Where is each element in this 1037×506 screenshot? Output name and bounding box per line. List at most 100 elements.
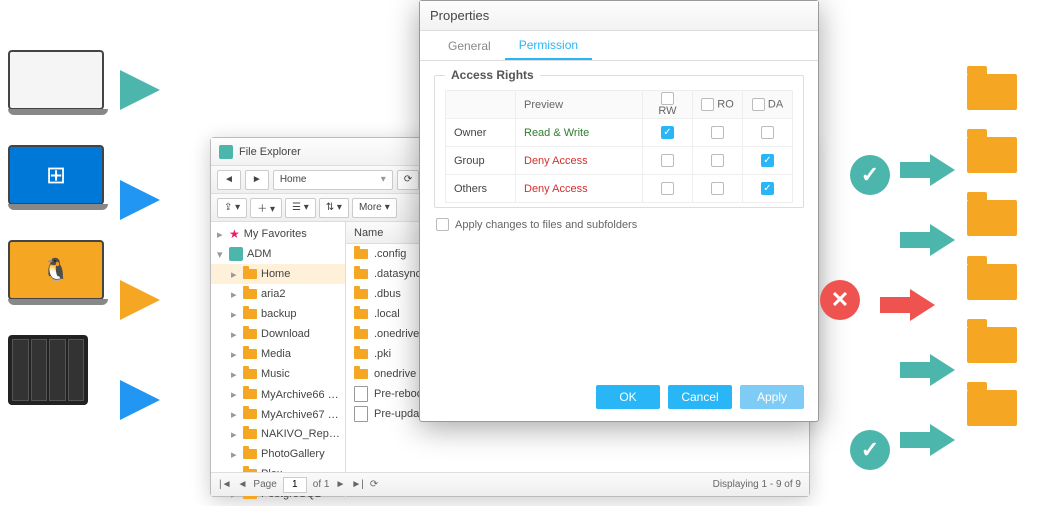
first-page-button[interactable]: |◄ [219,479,232,490]
sidebar-item[interactable]: ▸Home [211,264,345,284]
dest-folder [967,327,1017,363]
adm-icon [229,247,243,261]
refresh-page-button[interactable]: ⟳ [370,479,378,490]
folder-icon [243,369,257,379]
file-name: .pki [374,348,391,360]
nav-fwd-button[interactable]: ► [245,170,269,190]
permission-row: OthersDeny Access✓ [446,175,793,203]
sidebar-item-label: Home [261,268,290,280]
permission-row: OwnerRead & Write✓ [446,119,793,147]
file-name: .config [374,248,406,260]
apply-subfolders-row[interactable]: Apply changes to files and subfolders [436,218,802,231]
view-button[interactable]: ☰ ▾ [285,198,316,218]
next-page-button[interactable]: ► [335,479,345,490]
windows-icon: ⊞ [46,161,66,190]
file-icon [354,386,368,402]
tab-permission[interactable]: Permission [505,31,592,60]
refresh-button[interactable]: ⟳ [397,170,419,190]
folder-icon [354,269,368,279]
permission-row: GroupDeny Access✓ [446,147,793,175]
sidebar-item-label: MyArchive67 (影片) [261,406,341,422]
folder-icon [354,329,368,339]
col-preview: Preview [516,91,643,119]
folder-icon [354,249,368,259]
folder-icon [243,349,257,359]
right-arrow [900,150,960,195]
right-arrow [900,220,960,265]
role-label: Group [446,147,516,175]
sidebar-item-label: aria2 [261,288,285,300]
dest-folder [967,137,1017,173]
permission-checkbox[interactable] [711,126,724,139]
laptop-mac [8,50,108,120]
sidebar-item[interactable]: ▸NAKIVO_Repository [211,424,345,444]
permission-checkbox[interactable] [711,154,724,167]
col-rw[interactable]: RW [643,91,693,119]
folder-icon [354,369,368,379]
permission-checkbox[interactable] [661,182,674,195]
new-button[interactable]: ＋ ▾ [250,198,282,218]
last-page-button[interactable]: ►| [351,479,364,490]
col-ro[interactable]: RO [693,91,743,119]
sidebar-item-label: Media [261,348,291,360]
fe-footer: |◄ ◄ Page of 1 ► ►| ⟳ Displaying 1 - 9 o… [211,472,809,496]
folder-stack [967,60,1027,440]
file-name: .onedrive [374,328,419,340]
sidebar-favorites[interactable]: ▸★My Favorites [211,224,345,244]
dest-folder [967,74,1017,110]
sidebar-item-label: NAKIVO_Repository [261,428,341,440]
sidebar-item[interactable]: ▸MyArchive66 (雷姆) [211,384,345,404]
sidebar-item-label: MyArchive66 (雷姆) [261,386,341,402]
sidebar-item[interactable]: ▸PhotoGallery [211,444,345,464]
folder-icon [243,409,257,419]
fe-title-text: File Explorer [239,146,301,158]
sidebar-item[interactable]: ▸Download [211,324,345,344]
permission-checkbox[interactable] [711,182,724,195]
page-input[interactable] [283,477,307,493]
fe-app-icon [219,145,233,159]
permission-checkbox[interactable] [761,126,774,139]
folder-icon [354,289,368,299]
page-of: of 1 [313,479,330,490]
breadcrumb[interactable]: Home ▾ [273,170,393,190]
dest-folder [967,264,1017,300]
prev-page-button[interactable]: ◄ [238,479,248,490]
upload-button[interactable]: ⇪ ▾ [217,198,247,218]
ok-button[interactable]: OK [596,385,660,409]
sort-button[interactable]: ⇅ ▾ [319,198,349,218]
permissions-table: Preview RW RO DA OwnerRead & Write✓Group… [445,90,793,203]
permission-checkbox[interactable]: ✓ [761,154,774,167]
sidebar-item[interactable]: ▸Media [211,344,345,364]
device-column: ⊞ 🐧 [8,50,118,405]
nav-back-button[interactable]: ◄ [217,170,241,190]
apply-button[interactable]: Apply [740,385,804,409]
folder-icon [354,309,368,319]
status-badge-deny: ✕ [820,280,860,320]
permission-checkbox[interactable]: ✓ [761,182,774,195]
sidebar-root[interactable]: ▾ADM [211,244,345,264]
folder-icon [243,309,257,319]
tab-general[interactable]: General [434,31,505,60]
sidebar-item-label: backup [261,308,296,320]
sidebar-item[interactable]: ▸MyArchive67 (影片) [211,404,345,424]
right-arrow [900,420,960,465]
col-da[interactable]: DA [743,91,793,119]
cancel-button[interactable]: Cancel [668,385,732,409]
sidebar-item[interactable]: ▸aria2 [211,284,345,304]
permission-checkbox[interactable] [661,154,674,167]
folder-icon [243,329,257,339]
folder-icon [243,449,257,459]
dest-folder [967,200,1017,236]
apply-sub-label: Apply changes to files and subfolders [455,219,637,231]
access-rights-fieldset: Access Rights Preview RW RO DA OwnerRead… [434,75,804,208]
more-button[interactable]: More ▾ [352,198,397,218]
sidebar-item-label: Download [261,328,310,340]
apply-sub-checkbox[interactable] [436,218,449,231]
sidebar-item[interactable]: ▸backup [211,304,345,324]
laptop-windows: ⊞ [8,145,108,215]
props-tabs: General Permission [420,31,818,61]
permission-checkbox[interactable]: ✓ [661,126,674,139]
preview-label: Deny Access [516,175,643,203]
sidebar-item[interactable]: ▸Music [211,364,345,384]
file-icon [354,406,368,422]
